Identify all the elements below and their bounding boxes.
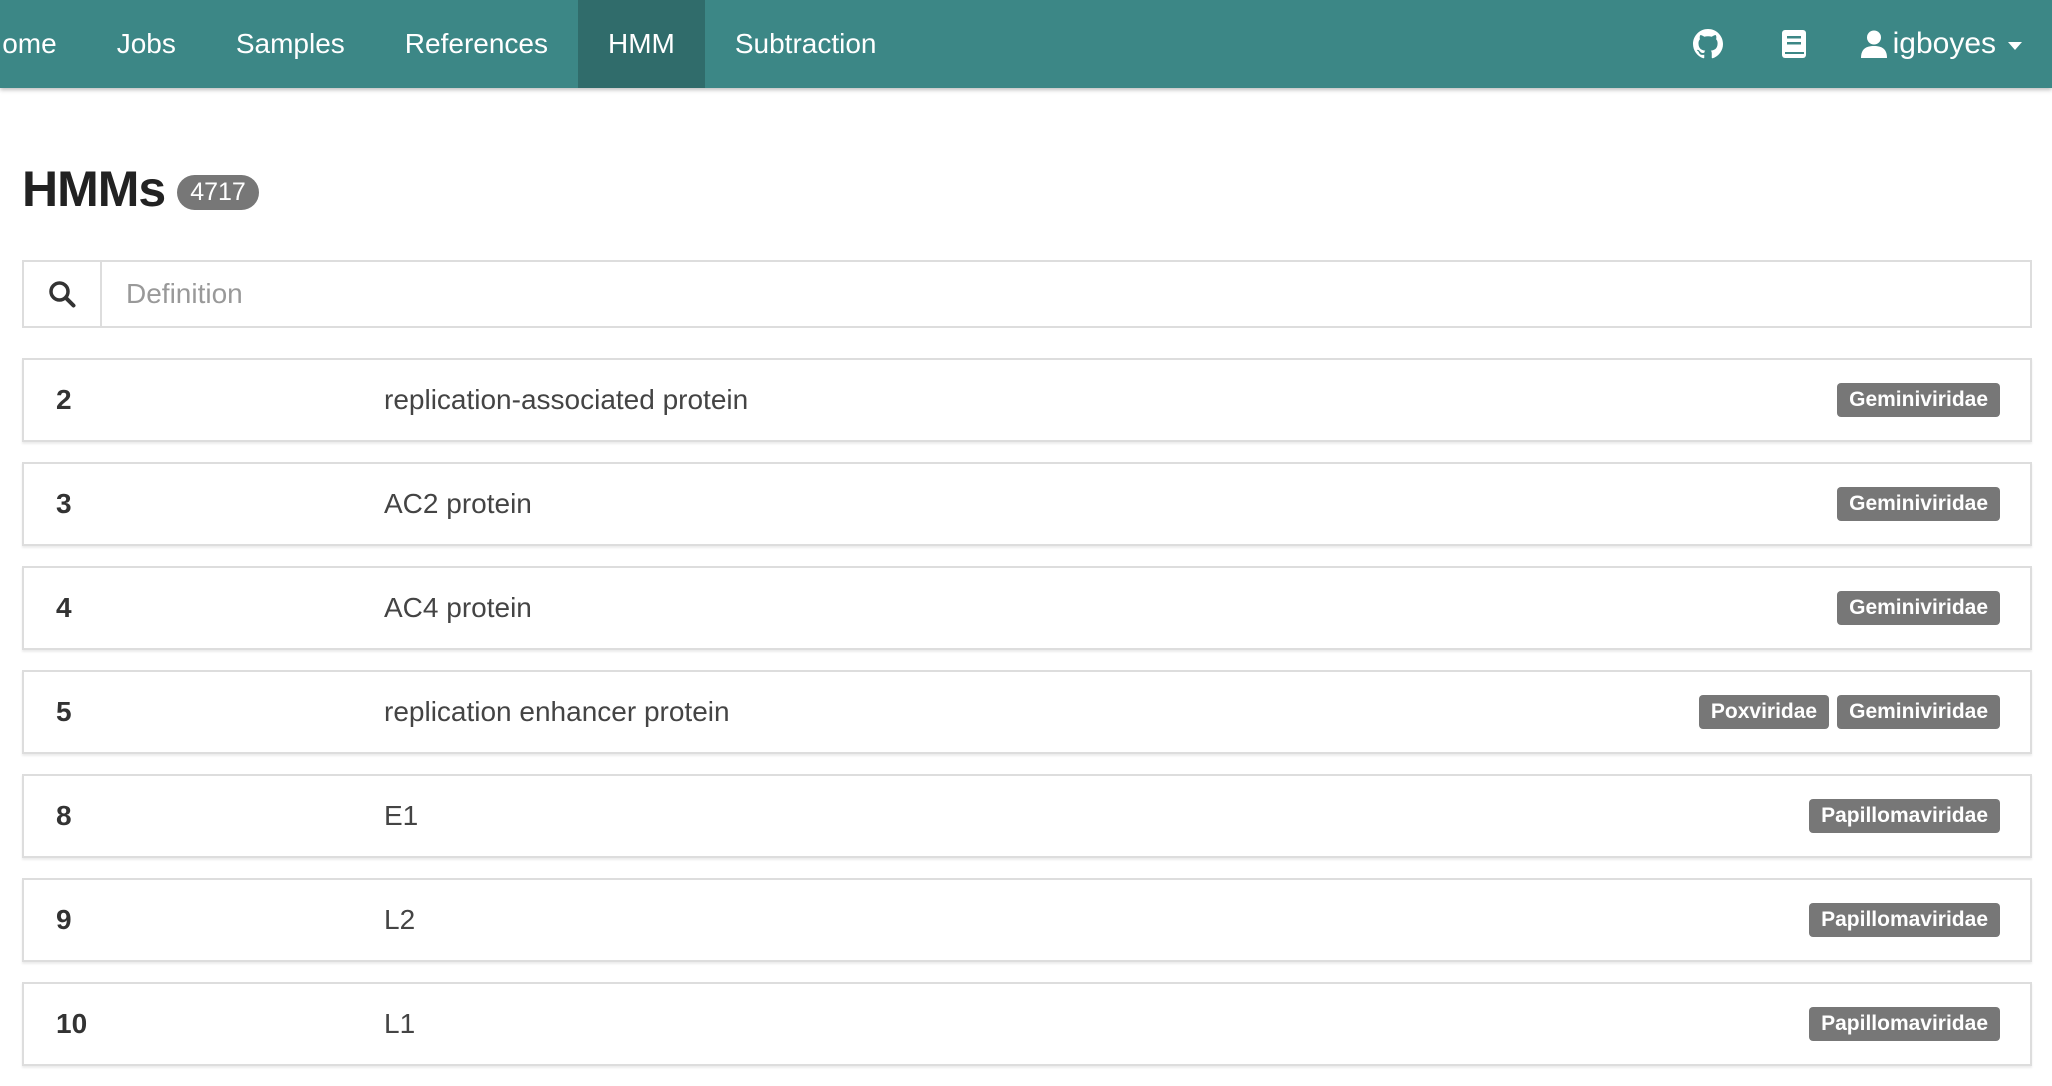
list-item[interactable]: 5 replication enhancer protein Poxvirida… xyxy=(22,670,2032,754)
family-tag: Geminiviridae xyxy=(1837,383,2000,417)
user-menu[interactable]: igboyes xyxy=(1837,0,2052,88)
nav-references[interactable]: References xyxy=(375,0,578,88)
family-tags: Papillomaviridae xyxy=(1801,776,2000,856)
family-tags: Poxviridae Geminiviridae xyxy=(1691,672,2000,752)
family-tag: Papillomaviridae xyxy=(1809,903,2000,937)
search-bar xyxy=(22,260,2032,328)
list-item[interactable]: 8 E1 Papillomaviridae xyxy=(22,774,2032,858)
hmm-id: 8 xyxy=(56,800,72,831)
family-tags: Geminiviridae xyxy=(1829,568,2000,648)
github-icon[interactable] xyxy=(1665,0,1751,88)
hmm-definition: L1 xyxy=(384,1008,416,1039)
top-navbar: Home Jobs Samples References HMM Subtrac… xyxy=(0,0,2052,88)
family-tags: Geminiviridae xyxy=(1829,464,2000,544)
hmm-id: 9 xyxy=(56,904,72,935)
list-item[interactable]: 10 L1 Papillomaviridae xyxy=(22,982,2032,1066)
list-item[interactable]: 3 AC2 protein Geminiviridae xyxy=(22,462,2032,546)
hmm-id: 3 xyxy=(56,488,72,519)
family-tag: Geminiviridae xyxy=(1837,591,2000,625)
nav-links: Home Jobs Samples References HMM Subtrac… xyxy=(0,0,907,88)
nav-hmm[interactable]: HMM xyxy=(577,0,705,88)
hmm-list: 2 replication-associated protein Geminiv… xyxy=(22,358,2032,1086)
hmm-id: 5 xyxy=(56,696,72,727)
family-tag: Papillomaviridae xyxy=(1809,799,2000,833)
hmm-definition: E1 xyxy=(384,800,419,831)
hmm-id: 2 xyxy=(56,384,72,415)
hmm-definition: L2 xyxy=(384,904,416,935)
family-tag: Papillomaviridae xyxy=(1809,1007,2000,1041)
hmm-definition: replication-associated protein xyxy=(384,384,749,415)
page-title: HMMs xyxy=(22,161,166,217)
family-tags: Geminiviridae xyxy=(1829,360,2000,440)
hmm-definition: AC2 protein xyxy=(384,488,532,519)
hmm-id: 10 xyxy=(56,1008,88,1039)
nav-jobs[interactable]: Jobs xyxy=(87,0,206,88)
nav-home[interactable]: Home xyxy=(0,0,87,88)
family-tag: Geminiviridae xyxy=(1837,487,2000,521)
hmm-definition: replication enhancer protein xyxy=(384,696,730,727)
user-icon xyxy=(1860,30,1887,58)
nav-samples[interactable]: Samples xyxy=(206,0,375,88)
search-icon xyxy=(24,262,102,326)
search-input[interactable] xyxy=(102,262,2030,326)
nav-actions: igboyes xyxy=(1665,0,2052,88)
family-tags: Papillomaviridae xyxy=(1801,880,2000,960)
family-tag: Geminiviridae xyxy=(1837,695,2000,729)
hmm-definition: AC4 protein xyxy=(384,592,532,623)
list-item[interactable]: 2 replication-associated protein Geminiv… xyxy=(22,358,2032,442)
book-icon[interactable] xyxy=(1751,0,1837,88)
family-tags: Papillomaviridae xyxy=(1801,984,2000,1064)
chevron-down-icon xyxy=(2008,42,2022,50)
hmm-id: 4 xyxy=(56,592,72,623)
list-item[interactable]: 9 L2 Papillomaviridae xyxy=(22,878,2032,962)
user-name: igboyes xyxy=(1892,27,1996,60)
count-badge: 4717 xyxy=(177,174,259,210)
list-item[interactable]: 4 AC4 protein Geminiviridae xyxy=(22,566,2032,650)
family-tag: Poxviridae xyxy=(1698,695,1830,729)
nav-subtraction[interactable]: Subtraction xyxy=(705,0,907,88)
page-header: HMMs 4717 xyxy=(22,160,259,218)
